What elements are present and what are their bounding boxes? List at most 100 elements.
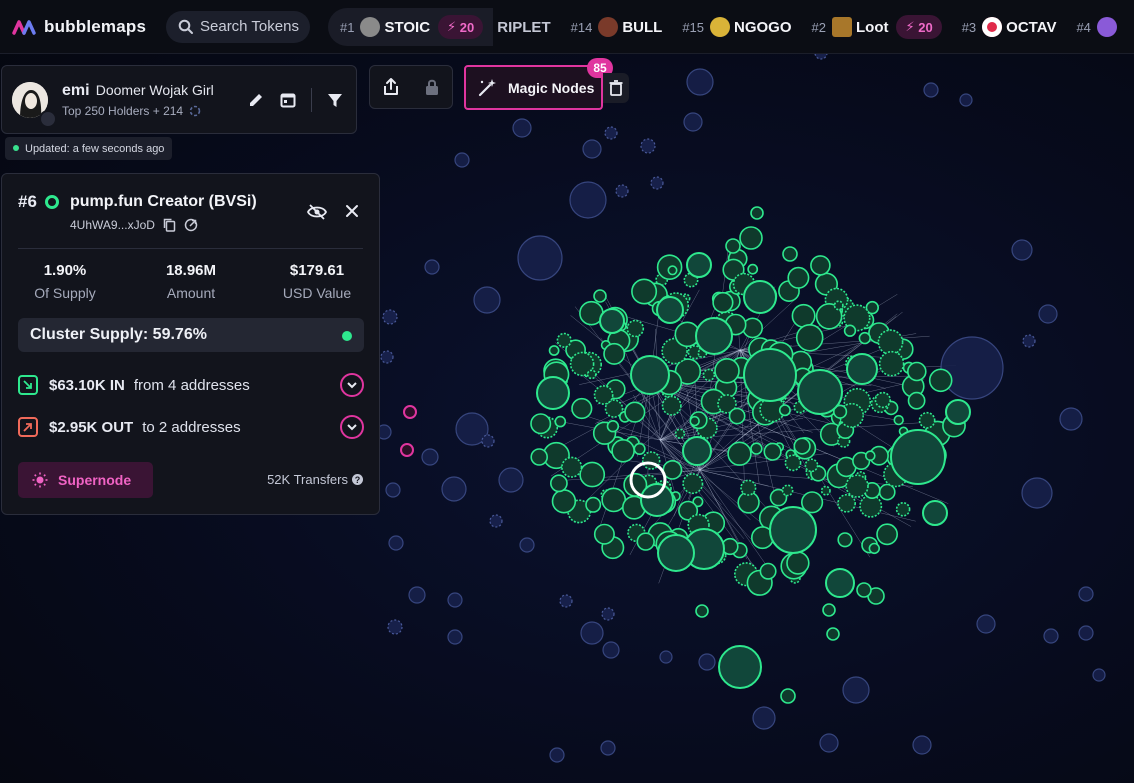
wallet-bubble[interactable]: [408, 586, 426, 604]
wallet-bubble[interactable]: [1092, 668, 1106, 682]
cluster-supply-button[interactable]: Cluster Supply: 59.76%: [18, 318, 364, 352]
holder-bubble[interactable]: [585, 496, 602, 513]
wallet-bubble[interactable]: [519, 537, 535, 553]
wallet-bubble[interactable]: [686, 68, 714, 96]
holder-bubble[interactable]: [624, 401, 646, 423]
holder-bubble[interactable]: [787, 266, 810, 289]
holder-bubble[interactable]: [778, 404, 791, 417]
holder-bubble[interactable]: [856, 582, 872, 598]
holder-bubble[interactable]: [739, 226, 763, 250]
wallet-bubble[interactable]: [388, 535, 404, 551]
wallet-bubble[interactable]: [421, 448, 439, 466]
wallet-bubble[interactable]: [819, 733, 839, 753]
holder-bubble[interactable]: [551, 489, 577, 514]
holder-bubble[interactable]: [893, 414, 904, 426]
calendar-icon[interactable]: [279, 91, 297, 109]
holder-bubble[interactable]: [530, 413, 552, 435]
holder-bubble[interactable]: [640, 483, 674, 517]
holder-bubble[interactable]: [695, 317, 733, 355]
holder-bubble[interactable]: [786, 551, 810, 575]
contract-bubble[interactable]: [559, 594, 573, 608]
holder-bubble[interactable]: [759, 562, 777, 580]
holder-bubble[interactable]: [890, 429, 946, 485]
holder-bubble[interactable]: [728, 407, 746, 425]
wallet-bubble[interactable]: [912, 735, 932, 755]
wallet-bubble[interactable]: [580, 621, 604, 645]
holder-bubble[interactable]: [747, 263, 759, 275]
holder-bubble[interactable]: [536, 376, 570, 410]
eye-off-icon[interactable]: [307, 204, 327, 220]
holder-bubble[interactable]: [945, 399, 971, 425]
holder-bubble[interactable]: [928, 368, 953, 393]
holder-bubble[interactable]: [825, 568, 855, 598]
wallet-bubble[interactable]: [517, 235, 563, 281]
holder-bubble[interactable]: [667, 265, 678, 276]
wallet-bubble[interactable]: [1078, 586, 1094, 602]
close-icon[interactable]: [345, 204, 359, 218]
holder-bubble[interactable]: [611, 438, 635, 463]
contract-bubble[interactable]: [481, 434, 495, 448]
holder-bubble[interactable]: [626, 319, 645, 338]
holder-bubble[interactable]: [878, 350, 905, 377]
holder-bubble[interactable]: [601, 487, 627, 513]
holder-bubble[interactable]: [695, 604, 709, 618]
holder-bubble[interactable]: [743, 280, 777, 314]
holder-bubble[interactable]: [876, 523, 899, 546]
contract-bubble[interactable]: [382, 309, 398, 325]
ticker-item[interactable]: #4: [1066, 8, 1130, 46]
wallet-bubble[interactable]: [698, 653, 716, 671]
wallet-bubble[interactable]: [752, 706, 776, 730]
wallet-bubble[interactable]: [659, 650, 673, 664]
contract-bubble[interactable]: [604, 126, 618, 140]
holder-bubble[interactable]: [561, 456, 583, 478]
holder-bubble[interactable]: [864, 450, 876, 462]
holder-bubble[interactable]: [548, 345, 560, 356]
boost-badge[interactable]: ⚡ 20: [438, 15, 484, 39]
contract-bubble[interactable]: [601, 607, 615, 621]
holder-bubble[interactable]: [636, 532, 655, 551]
wallet-bubble[interactable]: [1011, 239, 1033, 261]
holder-bubble[interactable]: [603, 342, 626, 365]
holder-bubble[interactable]: [750, 442, 763, 455]
holder-bubble[interactable]: [837, 493, 857, 513]
expand-inflow-button[interactable]: [340, 373, 364, 397]
contract-bubble[interactable]: [1022, 334, 1036, 348]
wallet-bubble[interactable]: [498, 467, 524, 493]
holder-bubble[interactable]: [895, 501, 911, 517]
holder-bubble[interactable]: [769, 506, 817, 554]
wallet-bubble[interactable]: [600, 740, 616, 756]
wallet-bubble[interactable]: [569, 181, 607, 219]
holder-bubble[interactable]: [858, 331, 871, 345]
holder-bubble[interactable]: [712, 291, 734, 314]
holder-bubble[interactable]: [599, 308, 625, 334]
holder-bubble[interactable]: [791, 303, 816, 328]
contract-bubble[interactable]: [380, 350, 394, 364]
holder-bubble[interactable]: [550, 474, 568, 493]
holder-bubble[interactable]: [804, 458, 819, 473]
holder-bubble[interactable]: [845, 474, 869, 498]
holder-bubble[interactable]: [906, 361, 927, 382]
wallet-bubble[interactable]: [1021, 477, 1053, 509]
wallet-bubble[interactable]: [1078, 625, 1094, 641]
wallet-bubble[interactable]: [454, 152, 470, 168]
holder-bubble[interactable]: [868, 542, 880, 555]
share-icon[interactable]: [381, 77, 401, 97]
holder-bubble[interactable]: [606, 420, 620, 433]
holder-bubble[interactable]: [718, 645, 762, 689]
wallet-bubble[interactable]: [940, 336, 1004, 400]
highlight-bubble[interactable]: [400, 443, 414, 457]
holder-bubble[interactable]: [633, 442, 646, 456]
wallet-bubble[interactable]: [512, 118, 532, 138]
holder-bubble[interactable]: [631, 278, 658, 305]
highlight-bubble[interactable]: [403, 405, 417, 419]
ticker-item[interactable]: #1 STOIC ⚡ 20: [328, 8, 494, 46]
holder-bubble[interactable]: [727, 441, 752, 466]
contract-bubble[interactable]: [650, 176, 664, 190]
holder-bubble[interactable]: [571, 397, 593, 420]
wallet-bubble[interactable]: [441, 476, 467, 502]
wallet-bubble[interactable]: [602, 641, 620, 659]
ticker-item[interactable]: #2 Loot ⚡ 20: [802, 8, 952, 46]
holder-bubble[interactable]: [740, 479, 757, 496]
wallet-bubble[interactable]: [923, 82, 939, 98]
filter-icon[interactable]: [326, 91, 344, 109]
